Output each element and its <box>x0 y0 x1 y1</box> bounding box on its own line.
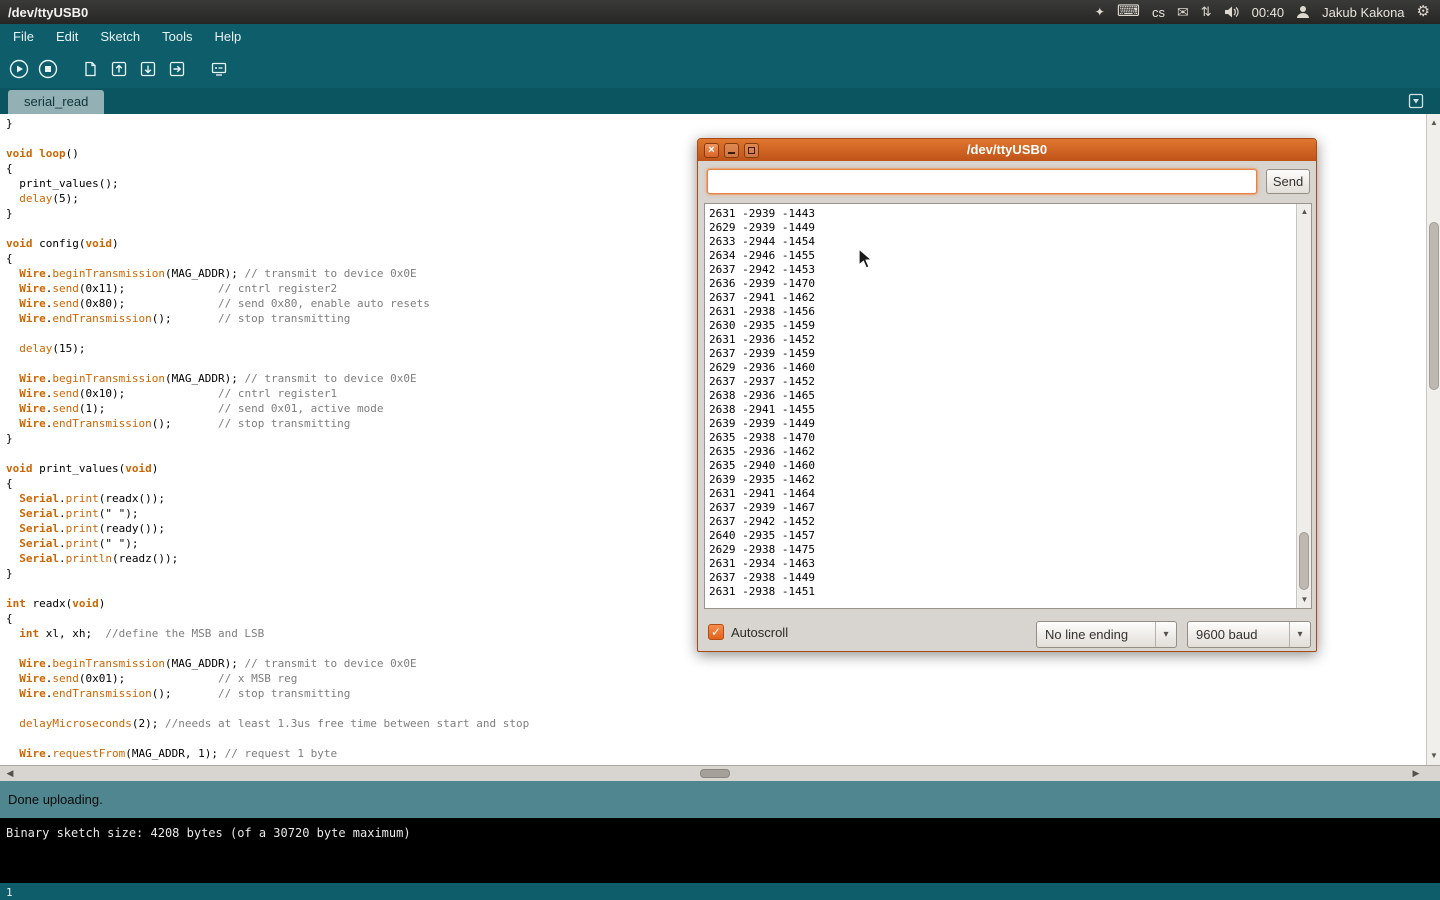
stop-button[interactable] <box>36 57 60 81</box>
build-console: Binary sketch size: 4208 bytes (of a 307… <box>0 818 1440 883</box>
upload-right-arrow-icon <box>166 58 188 80</box>
chevron-down-icon[interactable]: ▾ <box>1155 622 1176 647</box>
scroll-down-arrow-icon[interactable]: ▼ <box>1427 749 1440 763</box>
open-up-arrow-icon <box>108 58 130 80</box>
keyboard-icon[interactable]: ⌨ <box>1117 0 1140 24</box>
clock-label[interactable]: 00:40 <box>1252 5 1285 20</box>
open-sketch-button[interactable] <box>107 57 131 81</box>
volume-icon[interactable] <box>1224 5 1240 19</box>
editor-scrollbar-thumb[interactable] <box>1429 222 1439 390</box>
new-document-icon <box>79 58 101 80</box>
status-bar: Done uploading. <box>0 781 1440 818</box>
tab-bar: serial_read <box>0 88 1440 114</box>
scroll-down-arrow-icon[interactable]: ▼ <box>1297 593 1312 607</box>
minimize-icon <box>728 152 735 154</box>
screen: /dev/ttyUSB0 ✦ ⌨ cs ✉ ⇅ 00:40 Jakub Kako… <box>0 0 1440 900</box>
verify-button[interactable] <box>7 57 31 81</box>
save-down-arrow-icon <box>137 58 159 80</box>
send-button[interactable]: Send <box>1266 169 1310 194</box>
line-number-indicator: 1 <box>0 884 13 900</box>
stop-icon <box>37 58 59 80</box>
system-bar: /dev/ttyUSB0 ✦ ⌨ cs ✉ ⇅ 00:40 Jakub Kako… <box>0 0 1440 24</box>
serial-output-panel: 2631 -2939 -14432629 -2939 -14492633 -29… <box>704 203 1312 609</box>
serial-window-title: /dev/ttyUSB0 <box>698 139 1316 161</box>
close-button[interactable]: × <box>704 143 719 158</box>
serial-window-body: Send 2631 -2939 -14432629 -2939 -1449263… <box>698 161 1316 652</box>
editor-hscrollbar-thumb[interactable] <box>700 769 730 778</box>
serial-scrollbar-thumb[interactable] <box>1299 532 1309 590</box>
serial-monitor-icon <box>208 58 230 80</box>
menu-help[interactable]: Help <box>203 24 252 50</box>
serial-send-input[interactable] <box>707 169 1257 194</box>
scroll-up-arrow-icon[interactable]: ▲ <box>1297 205 1312 219</box>
maximize-icon <box>748 147 755 154</box>
scroll-left-arrow-icon[interactable]: ◀ <box>2 766 18 781</box>
baud-rate-value: 9600 baud <box>1188 622 1289 647</box>
minimize-button[interactable] <box>724 143 739 158</box>
editor-vertical-scrollbar[interactable]: ▲ ▼ <box>1426 114 1440 765</box>
status-message: Done uploading. <box>0 792 103 807</box>
username-label[interactable]: Jakub Kakona <box>1322 5 1404 20</box>
chevron-down-icon[interactable]: ▾ <box>1289 622 1310 647</box>
serial-window-titlebar[interactable]: × /dev/ttyUSB0 <box>698 139 1316 161</box>
serial-scrollbar[interactable]: ▲ ▼ <box>1296 204 1311 608</box>
verify-icon <box>8 58 30 80</box>
mail-icon[interactable]: ✉ <box>1177 0 1189 24</box>
upload-button[interactable] <box>165 57 189 81</box>
toolbar <box>0 50 1440 88</box>
maximize-button[interactable] <box>744 143 759 158</box>
serial-output[interactable]: 2631 -2939 -14432629 -2939 -14492633 -29… <box>705 204 1296 608</box>
scroll-right-arrow-icon[interactable]: ▶ <box>1408 766 1424 781</box>
close-icon: × <box>708 144 714 157</box>
tab-serial-read[interactable]: serial_read <box>8 90 104 114</box>
console-line: Binary sketch size: 4208 bytes (of a 307… <box>6 826 1440 840</box>
check-icon: ✓ <box>711 625 721 639</box>
menu-sketch[interactable]: Sketch <box>89 24 151 50</box>
new-sketch-button[interactable] <box>78 57 102 81</box>
line-ending-value: No line ending <box>1037 622 1155 647</box>
editor-horizontal-scrollbar[interactable]: ◀ ▶ <box>0 765 1440 781</box>
autoscroll-checkbox[interactable]: ✓ <box>708 624 724 640</box>
network-sync-icon[interactable]: ⇅ <box>1201 0 1212 24</box>
system-tray: ✦ ⌨ cs ✉ ⇅ 00:40 Jakub Kakona ⚙ <box>1095 0 1440 24</box>
serial-monitor-button[interactable] <box>207 57 231 81</box>
menu-file[interactable]: File <box>2 24 45 50</box>
tab-menu-button[interactable] <box>1406 91 1426 111</box>
line-ending-select[interactable]: No line ending ▾ <box>1036 621 1177 648</box>
save-sketch-button[interactable] <box>136 57 160 81</box>
user-icon <box>1296 5 1310 19</box>
session-gear-icon[interactable]: ⚙ <box>1417 0 1430 24</box>
tab-menu-icon <box>1407 92 1425 110</box>
active-window-title: /dev/ttyUSB0 <box>0 5 88 20</box>
serial-controls: ✓ Autoscroll No line ending ▾ 9600 baud … <box>698 619 1316 649</box>
autoscroll-label: Autoscroll <box>731 625 788 640</box>
serial-monitor-window: × /dev/ttyUSB0 Send 2631 -2939 -14432629… <box>697 138 1317 652</box>
scroll-up-arrow-icon[interactable]: ▲ <box>1427 116 1440 130</box>
baud-rate-select[interactable]: 9600 baud ▾ <box>1187 621 1311 648</box>
tray-app-icon[interactable]: ✦ <box>1095 0 1105 24</box>
menu-edit[interactable]: Edit <box>45 24 89 50</box>
menu-tools[interactable]: Tools <box>151 24 203 50</box>
menu-bar: File Edit Sketch Tools Help <box>0 24 1440 50</box>
keyboard-layout-label[interactable]: cs <box>1152 5 1165 20</box>
footer-bar: 1 <box>0 883 1440 900</box>
